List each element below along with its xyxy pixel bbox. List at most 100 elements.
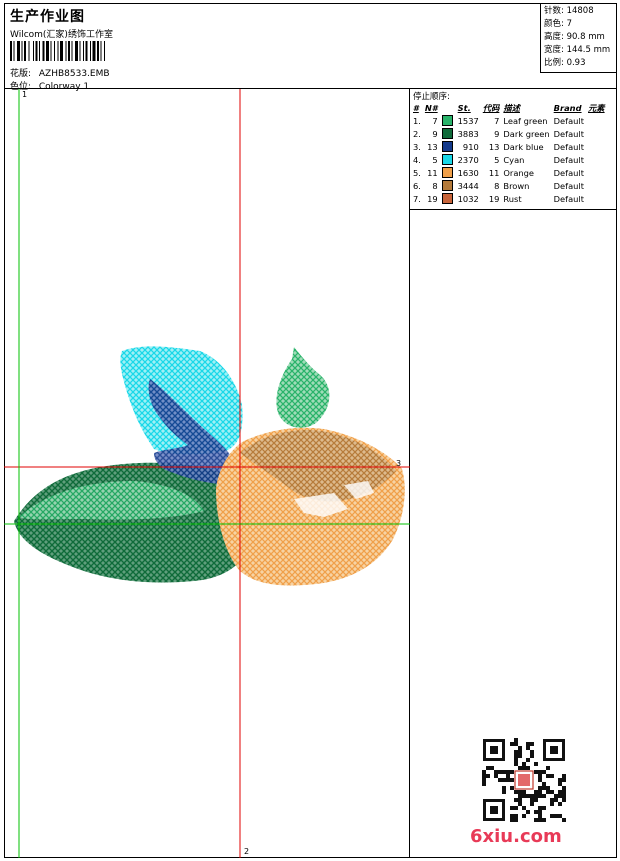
row-stitches: 3444 [457,180,479,191]
table-row: 6. 8 3444 8 Brown Default [411,179,607,192]
col-header-desc: 描述 [503,102,520,113]
row-n: 9 [432,128,438,139]
color-swatch [441,167,453,178]
row-stitches: 1537 [457,115,479,126]
row-code: 8 [494,180,500,191]
row-desc: Brown [503,180,530,191]
design-file-row: 花版: AZHB8533.EMB [10,66,110,79]
row-stitches: 1630 [457,167,479,178]
row-swatch [440,140,456,153]
row-index: 1. [413,115,421,126]
col-header-index: # [413,102,419,113]
color-swatch [441,115,453,126]
row-element [586,127,607,140]
row-code: 13 [488,141,500,152]
col-header-swatch [440,101,456,114]
design-preview [4,89,410,858]
row-code: 7 [494,115,500,126]
axis-mark-2: 2 [244,847,250,856]
row-swatch [440,166,456,179]
table-row: 1. 7 1537 7 Leaf green Default [411,114,607,127]
row-element [586,192,607,205]
row-n: 11 [427,167,438,178]
color-swatch [441,180,453,191]
stat-stitches: 针数: 14808 [544,6,594,16]
table-header-row: # N# St. 代码 描述 Brand 元素 [411,101,607,114]
axis-mark-1: 1 [22,90,28,99]
row-element [586,179,607,192]
row-index: 3. [413,141,421,152]
row-element [586,166,607,179]
row-brand: Default [553,128,584,139]
row-brand: Default [553,180,584,191]
company-name: Wilcom(汇家)绣饰工作室 [10,30,113,40]
row-n: 5 [432,154,438,165]
row-brand: Default [553,141,584,152]
row-index: 4. [413,154,421,165]
row-desc: Dark blue [503,141,544,152]
table-row: 2. 9 3883 9 Dark green Default [411,127,607,140]
qr-code [482,738,566,822]
stop-sequence-table: # N# St. 代码 描述 Brand 元素 1. 7 1537 7 Leaf gre… [411,101,607,205]
row-index: 7. [413,193,421,204]
axis-mark-3: 3 [396,459,402,468]
row-code: 19 [488,193,500,204]
row-swatch [440,153,456,166]
row-brand: Default [553,154,584,165]
row-desc: Leaf green [503,115,548,126]
row-n: 8 [432,180,438,191]
site-watermark: 6xiu.com [470,826,562,847]
row-desc: Rust [503,193,522,204]
row-swatch [440,114,456,127]
row-swatch [440,179,456,192]
row-desc: Cyan [503,154,525,165]
row-code: 11 [488,167,500,178]
stat-height: 高度: 90.8 mm [544,32,605,42]
row-desc: Dark green [503,128,550,139]
row-index: 5. [413,167,421,178]
col-header-stitches: St. [457,102,471,113]
leaf-green-small-leaf [276,347,330,428]
col-header-brand: Brand [553,102,582,113]
col-header-element: 元素 [588,102,605,113]
row-n: 7 [432,115,438,126]
barcode [10,41,105,61]
table-row: 5. 11 1630 11 Orange Default [411,166,607,179]
row-code: 5 [494,154,500,165]
row-stitches: 1032 [457,193,479,204]
color-swatch [441,128,453,139]
stop-sequence-box: 停止顺序: # N# St. 代码 描述 Brand 元素 1. 7 1537 7 Le… [410,89,617,210]
design-file-label: 花版: [10,69,32,79]
row-n: 13 [427,141,438,152]
row-index: 6. [413,180,421,191]
design-canvas: 1 3 2 [4,89,410,858]
row-brand: Default [553,115,584,126]
design-file-value: AZHB8533.EMB [38,69,110,79]
color-swatch [441,193,453,204]
table-row: 4. 5 2370 5 Cyan Default [411,153,607,166]
color-swatch [441,154,453,165]
stat-width: 宽度: 144.5 mm [544,45,611,55]
row-brand: Default [553,193,584,204]
table-row: 3. 13 910 13 Dark blue Default [411,140,607,153]
stat-colors: 颜色: 7 [544,19,572,29]
row-stitches: 2370 [457,154,479,165]
row-desc: Orange [503,167,535,178]
stats-box: 针数: 14808 颜色: 7 高度: 90.8 mm 宽度: 144.5 mm… [540,3,617,73]
page-title: 生产作业图 [10,9,85,25]
col-header-code: 代码 [482,102,500,113]
row-element [586,114,607,127]
row-stitches: 3883 [457,128,479,139]
col-header-n: N# [424,102,438,113]
row-element [586,140,607,153]
header: 生产作业图 Wilcom(汇家)绣饰工作室 花版: AZHB8533.EMB 色… [4,3,617,92]
row-element [586,153,607,166]
row-stitches: 910 [462,141,479,152]
row-swatch [440,127,456,140]
row-code: 9 [494,128,500,139]
color-swatch [441,141,453,152]
row-swatch [440,192,456,205]
row-brand: Default [553,167,584,178]
table-row: 7. 19 1032 19 Rust Default [411,192,607,205]
stat-scale: 比例: 0.93 [544,58,586,68]
